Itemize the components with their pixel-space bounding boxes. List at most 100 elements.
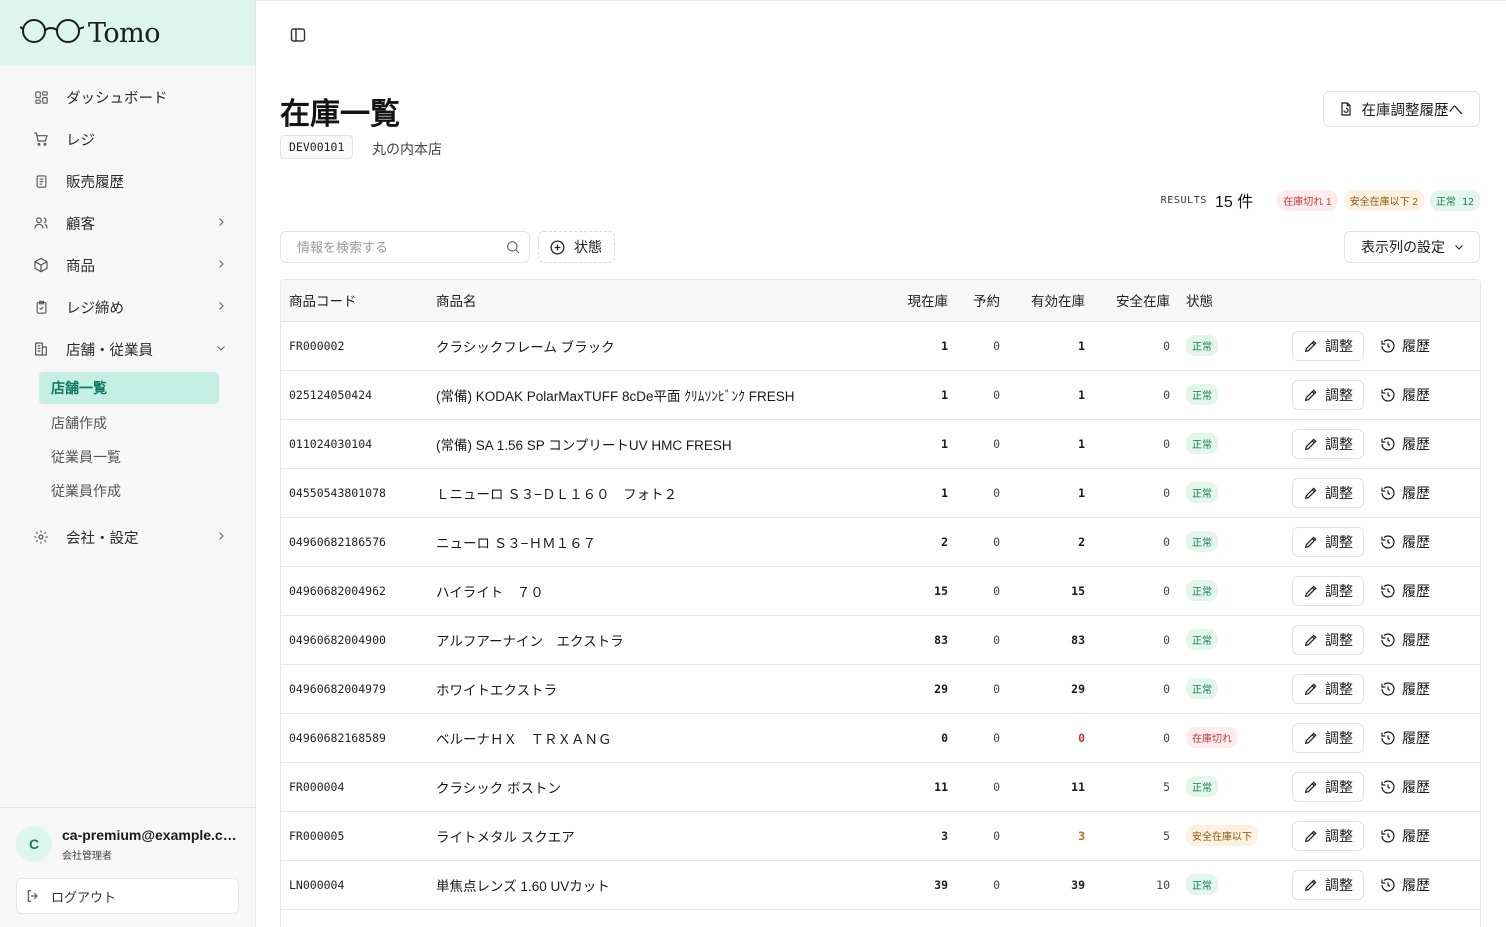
clipboard-icon [32,298,50,316]
sidebar-item-2[interactable]: レジ [0,118,255,160]
history-button[interactable]: 履歴 [1372,527,1438,557]
history-button[interactable]: 履歴 [1372,674,1438,704]
header-reserved[interactable]: 予約 [956,280,1008,322]
status-badge: 正常 [1186,580,1218,601]
adjust-button[interactable]: 調整 [1292,771,1364,802]
product-code: 04960682004979 [289,681,386,696]
status-badge: 安全在庫以下 [1186,825,1258,846]
column-settings-button[interactable]: 表示列の設定 [1344,231,1480,263]
adjust-button[interactable]: 調整 [1292,330,1364,361]
adjust-button[interactable]: 調整 [1292,477,1364,508]
subnav-item-4[interactable]: 従業員作成 [39,474,219,508]
header-status[interactable]: 状態 [1178,280,1278,322]
product-code: 011024030104 [289,436,373,451]
safety-value: 0 [1163,632,1170,647]
logo[interactable]: Tomo [0,0,255,66]
adjust-button[interactable]: 調整 [1292,820,1364,851]
history-button[interactable]: 履歴 [1372,478,1438,508]
table-row[interactable]: 011024030104 (常備) SA 1.56 SP コンプリートUV HMC… [281,419,1480,468]
history-label: 履歴 [1402,386,1430,403]
adjust-button[interactable]: 調整 [1292,722,1364,753]
results-count: 15 件 [1215,194,1254,211]
available-value: 1 [1078,436,1085,451]
adjust-button[interactable]: 調整 [1292,575,1364,606]
logout-label: ログアウト [51,889,117,905]
sidebar-item-3[interactable]: 販売履歴 [0,160,255,202]
table-row[interactable]: FR000004 クラシック ボストン 11 0 11 5 正常 調整 履歴 [281,762,1480,811]
table-row[interactable]: 025124050424 (常備) KODAK PolarMaxTUFF 8cDe… [281,370,1480,419]
header-stock[interactable]: 現在庫 [893,280,956,322]
history-button[interactable]: 履歴 [1372,625,1438,655]
table-row[interactable]: FR000002 クラシックフレーム ブラック 1 0 1 0 正常 調整 履歴 [281,321,1480,370]
table-row[interactable]: 04550543801078 Ｌニューロ Ｓ３−ＤＬ１６０ フォト２ 1 0 1 0 正常 調… [281,468,1480,517]
table-row[interactable]: 04960682168589 ベルーナＨＸ ＴＲＸＡＮＧ 0 0 0 0 在庫切れ 調整 履歴 [281,713,1480,762]
status-badge: 正常 [1186,678,1218,699]
table-row[interactable]: FR000005 ライトメタル スクエア 3 0 3 5 安全在庫以下 調整 履歴 [281,811,1480,860]
stock-value: 1 [941,485,948,500]
adjust-button[interactable]: 調整 [1292,428,1364,459]
sidebar-toggle-icon[interactable] [290,27,306,43]
adjust-label: 調整 [1325,876,1353,893]
logout-icon [25,888,41,904]
history-button[interactable]: 履歴 [1372,723,1438,753]
status-filter-button[interactable]: 状態 [538,231,615,263]
sidebar-item-5[interactable]: 商品 [0,244,255,286]
header-product-code[interactable]: 商品コード [281,280,428,322]
logout-button[interactable]: ログアウト [16,878,239,914]
chevron-right-icon [215,530,227,545]
subnav-item-3[interactable]: 従業員一覧 [39,440,219,474]
product-code: 025124050424 [289,387,373,402]
adjust-button[interactable]: 調整 [1292,624,1364,655]
history-button[interactable]: 履歴 [1372,380,1438,410]
subnav-item-1[interactable]: 店舗一覧 [39,372,219,404]
sidebar-item-label: レジ締め [66,300,124,317]
adjust-button[interactable]: 調整 [1292,526,1364,557]
product-name: アルフアーナイン エクストラ [436,633,624,649]
gear-icon [32,528,50,546]
sidebar-item-6[interactable]: レジ締め [0,286,255,328]
history-button-label: 在庫調整履歴へ [1361,102,1464,119]
user-email: ca-premium@example.com [62,826,238,843]
header-safety[interactable]: 安全在庫 [1093,280,1178,322]
product-code: LN000004 [289,877,345,892]
header-available[interactable]: 有効在庫 [1008,280,1093,322]
table-row[interactable]: 04960682004900 アルフアーナイン エクストラ 83 0 83 0 正常 調整 履歴 [281,615,1480,664]
product-name: ハイライト ７０ [436,584,544,600]
pencil-icon [1303,436,1319,452]
history-button[interactable]: 履歴 [1372,821,1438,851]
table-row[interactable]: 04960682004979 ホワイトエクストラ 29 0 29 0 正常 調整 履歴 [281,664,1480,713]
stock-adjustment-history-button[interactable]: 在庫調整履歴へ [1322,91,1480,127]
header-product-name[interactable]: 商品名 [428,280,893,322]
users-icon [32,214,50,232]
product-code: 04960682004900 [289,632,386,647]
sidebar-item-7[interactable]: 店舗・従業員 [0,328,255,370]
search-icon[interactable] [505,239,521,255]
search-box[interactable] [280,231,530,263]
main-content: 在庫一覧 DEV00101 丸の内本店 在庫調整履歴へ RESULTS 15 件… [256,0,1506,927]
history-button[interactable]: 履歴 [1372,870,1438,900]
subnav-item-2[interactable]: 店舗作成 [39,406,219,440]
product-code: 04960682004962 [289,583,386,598]
avatar[interactable]: C [16,826,52,862]
history-button[interactable]: 履歴 [1372,772,1438,802]
product-code: 04550543801078 [289,485,386,500]
adjust-button[interactable]: 調整 [1292,673,1364,704]
history-label: 履歴 [1402,582,1430,599]
history-button[interactable]: 履歴 [1372,331,1438,361]
search-input[interactable] [297,239,505,255]
sidebar: Tomo ダッシュボード レジ 販売履歴 顧客 商品レジ締め店舗・従業員 店舗一覧 店舗作… [0,0,256,927]
reserved-value: 0 [993,534,1000,549]
history-button[interactable]: 履歴 [1372,429,1438,459]
adjust-button[interactable]: 調整 [1292,379,1364,410]
sidebar-item-company-settings[interactable]: 会社・設定 [0,516,255,558]
history-button[interactable]: 履歴 [1372,576,1438,606]
reserved-value: 0 [993,828,1000,843]
store-name: 丸の内本店 [372,141,442,157]
table-row[interactable]: 04960682004962 ハイライト ７０ 15 0 15 0 正常 調整 履歴 [281,566,1480,615]
sidebar-item-4[interactable]: 顧客 [0,202,255,244]
adjust-button[interactable]: 調整 [1292,869,1364,900]
table-row[interactable]: LN000004 単焦点レンズ 1.60 UVカット 39 0 39 10 正常 調整 履歴 [281,860,1480,909]
available-value: 1 [1078,338,1085,353]
sidebar-item-1[interactable]: ダッシュボード [0,76,255,118]
table-row[interactable]: 04960682186576 ニューロ Ｓ３−ＨＭ１６７ 2 0 2 0 正常 調整 履歴 [281,517,1480,566]
